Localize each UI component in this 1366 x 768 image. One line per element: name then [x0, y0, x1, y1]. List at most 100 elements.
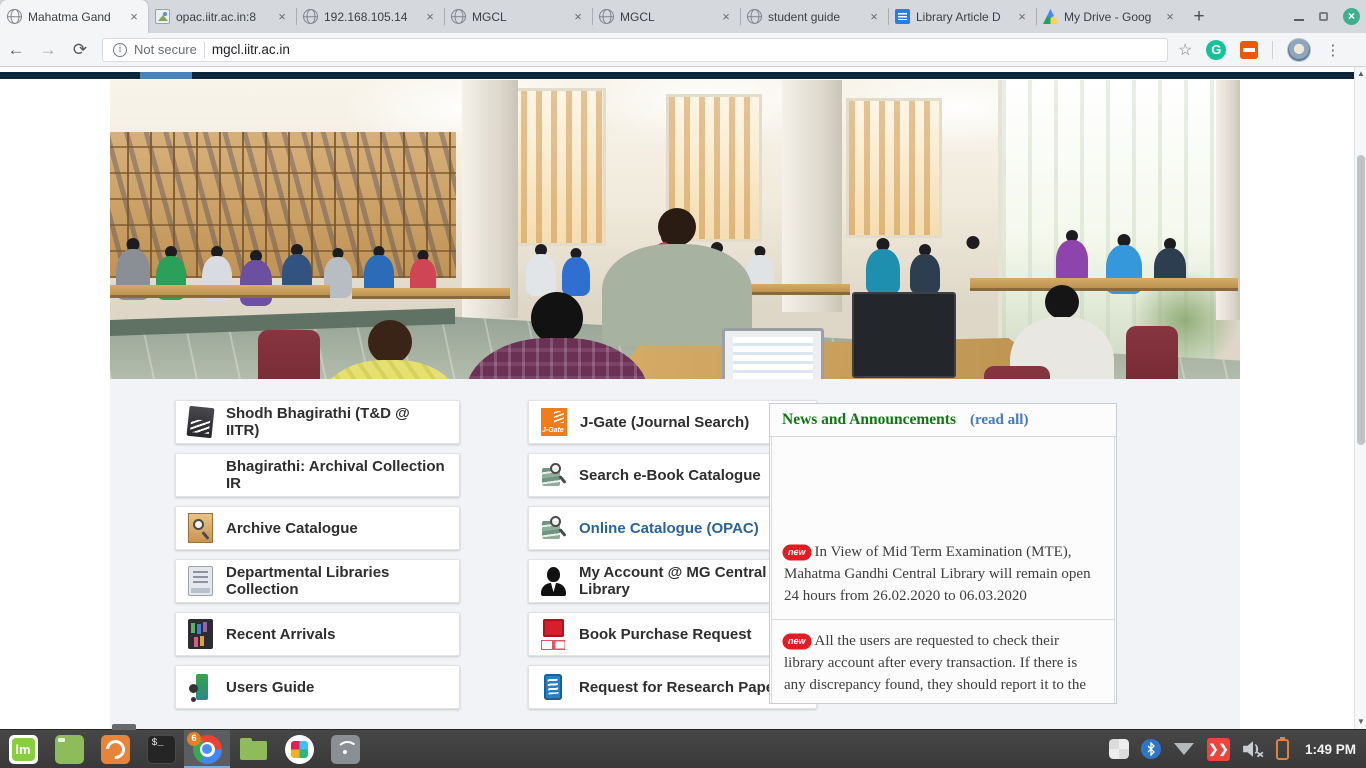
tab-opac[interactable]: opac.iitr.ac.in:8	[148, 0, 296, 33]
orange-extension-icon[interactable]	[1240, 41, 1258, 59]
bookshelf-icon	[188, 619, 213, 649]
photo-chair	[258, 330, 320, 379]
tab-ip-address[interactable]: 192.168.105.14	[296, 0, 444, 33]
account-person-icon	[541, 566, 566, 596]
photo-pillar	[782, 80, 842, 312]
menu-label: J-Gate (Journal Search)	[580, 414, 749, 431]
menu-label: Users Guide	[226, 679, 314, 696]
tab-my-drive[interactable]: My Drive - Goog	[1036, 0, 1184, 33]
photo-pillar	[462, 80, 518, 318]
terminal-icon	[147, 735, 176, 764]
news-item: newAll the users are requested to check …	[771, 620, 1115, 704]
taskbar-show-desktop-button[interactable]	[46, 730, 92, 768]
thesis-book-icon	[187, 406, 215, 438]
taskbar-chrome-button[interactable]: 6	[184, 730, 230, 768]
anydesk-icon[interactable]: ❯❯	[1207, 738, 1230, 761]
scroll-down-arrow[interactable]: ▼	[1355, 715, 1366, 729]
tab-close-icon[interactable]	[127, 10, 141, 24]
security-label: Not secure	[134, 42, 197, 57]
wifi-tray-icon[interactable]	[1173, 741, 1195, 757]
globe-favicon	[747, 9, 762, 24]
scroll-up-arrow[interactable]: ▲	[1355, 67, 1366, 81]
news-read-all-link[interactable]: (read all)	[970, 412, 1028, 429]
restore-button[interactable]	[1319, 12, 1328, 21]
taskbar-files-button[interactable]	[230, 730, 276, 768]
tab-close-icon[interactable]	[719, 10, 733, 24]
url-text: mgcl.iitr.ac.in	[212, 42, 290, 57]
reload-button[interactable]: ⟳	[64, 40, 96, 60]
tab-close-icon[interactable]	[275, 10, 289, 24]
omnibox-divider	[204, 42, 205, 58]
new-badge: new	[784, 635, 810, 648]
menu-label: Recent Arrivals	[226, 626, 336, 643]
tab-mahatma-gandhi-library[interactable]: Mahatma Gand	[0, 0, 148, 33]
bluetooth-icon[interactable]	[1141, 739, 1161, 759]
file-manager-icon	[239, 735, 268, 764]
taskbar-clock[interactable]: 1:49 PM	[1305, 742, 1356, 757]
menu-shodh-bhagirathi[interactable]: Shodh Bhagirathi (T&D @ IITR)	[175, 400, 460, 444]
slack-icon	[285, 735, 314, 764]
tab-close-icon[interactable]	[1163, 10, 1177, 24]
volume-muted-icon[interactable]	[1242, 740, 1264, 758]
tab-title: MGCL	[472, 10, 565, 24]
battery-icon[interactable]	[1276, 739, 1289, 760]
site-nav-active-item[interactable]	[140, 72, 192, 79]
tab-close-icon[interactable]	[423, 10, 437, 24]
forward-button[interactable]: →	[32, 40, 64, 60]
tab-title: My Drive - Goog	[1064, 10, 1157, 24]
grammarly-extension-icon[interactable]: G	[1206, 40, 1226, 60]
scrollbar-thumb[interactable]	[1357, 155, 1365, 445]
not-secure-info-icon[interactable]: i	[113, 43, 127, 57]
tab-library-article-doc[interactable]: Library Article D	[888, 0, 1036, 33]
google-docs-favicon	[895, 9, 910, 24]
tab-student-guide[interactable]: student guide	[740, 0, 888, 33]
globe-favicon	[599, 9, 614, 24]
back-button[interactable]: ←	[0, 40, 32, 60]
site-navigation-bar	[0, 72, 1355, 79]
taskbar-network-app-button[interactable]	[322, 730, 368, 768]
news-item-text: In View of Mid Term Examination (MTE), M…	[784, 544, 1091, 604]
chrome-window-count-badge: 6	[187, 732, 201, 746]
taskbar-slack-button[interactable]	[276, 730, 322, 768]
news-title: News and Announcements	[782, 411, 956, 429]
news-header: News and Announcements (read all)	[770, 404, 1116, 437]
chrome-menu-icon[interactable]: ⋮	[1325, 41, 1340, 59]
photo-chair	[1126, 326, 1178, 379]
page-scrollbar[interactable]: ▲ ▼	[1354, 67, 1366, 729]
menu-departmental-libraries[interactable]: Departmental Libraries Collection	[175, 559, 460, 603]
close-button[interactable]: ×	[1343, 8, 1360, 25]
photo-student	[562, 248, 590, 296]
slack-tray-icon[interactable]	[1109, 739, 1129, 759]
menu-bhagirathi-archival[interactable]: Bhagirathi: Archival Collection IR	[175, 453, 460, 497]
menu-archive-catalogue[interactable]: Archive Catalogue	[175, 506, 460, 550]
menu-recent-arrivals[interactable]: Recent Arrivals	[175, 612, 460, 656]
tab-close-icon[interactable]	[571, 10, 585, 24]
menu-label: Departmental Libraries Collection	[226, 564, 447, 598]
tab-mgcl-1[interactable]: MGCL	[444, 0, 592, 33]
new-tab-button[interactable]: +	[1184, 0, 1214, 33]
tab-mgcl-2[interactable]: MGCL	[592, 0, 740, 33]
menu-users-guide[interactable]: Users Guide	[175, 665, 460, 709]
bookmark-star-icon[interactable]: ☆	[1178, 40, 1192, 60]
window-controls: ×	[1294, 0, 1360, 33]
jgate-icon: J-Gate	[541, 408, 567, 436]
menu-label: Book Purchase Request	[579, 626, 752, 643]
taskbar-mint-menu-button[interactable]	[0, 730, 46, 768]
taskbar-firefox-button[interactable]	[92, 730, 138, 768]
minimize-button[interactable]	[1294, 19, 1304, 21]
tab-title: MGCL	[620, 10, 713, 24]
taskbar-terminal-button[interactable]	[138, 730, 184, 768]
menu-label: Request for Research Paper	[579, 679, 780, 696]
profile-avatar[interactable]	[1287, 38, 1311, 62]
photo-laptop-dark	[852, 292, 956, 378]
photo-student	[1056, 230, 1088, 284]
tab-title: Library Article D	[916, 10, 1009, 24]
menu-label: Shodh Bhagirathi (T&D @ IITR)	[226, 405, 447, 439]
tab-close-icon[interactable]	[1015, 10, 1029, 24]
photo-student-grey-shirt	[602, 208, 752, 346]
library-photo	[110, 80, 1240, 379]
tab-close-icon[interactable]	[867, 10, 881, 24]
photo-student	[866, 238, 900, 294]
address-bar[interactable]: i Not secure mgcl.iitr.ac.in	[102, 38, 1168, 62]
browser-tab-strip: Mahatma Gand opac.iitr.ac.in:8 192.168.1…	[0, 0, 1366, 33]
